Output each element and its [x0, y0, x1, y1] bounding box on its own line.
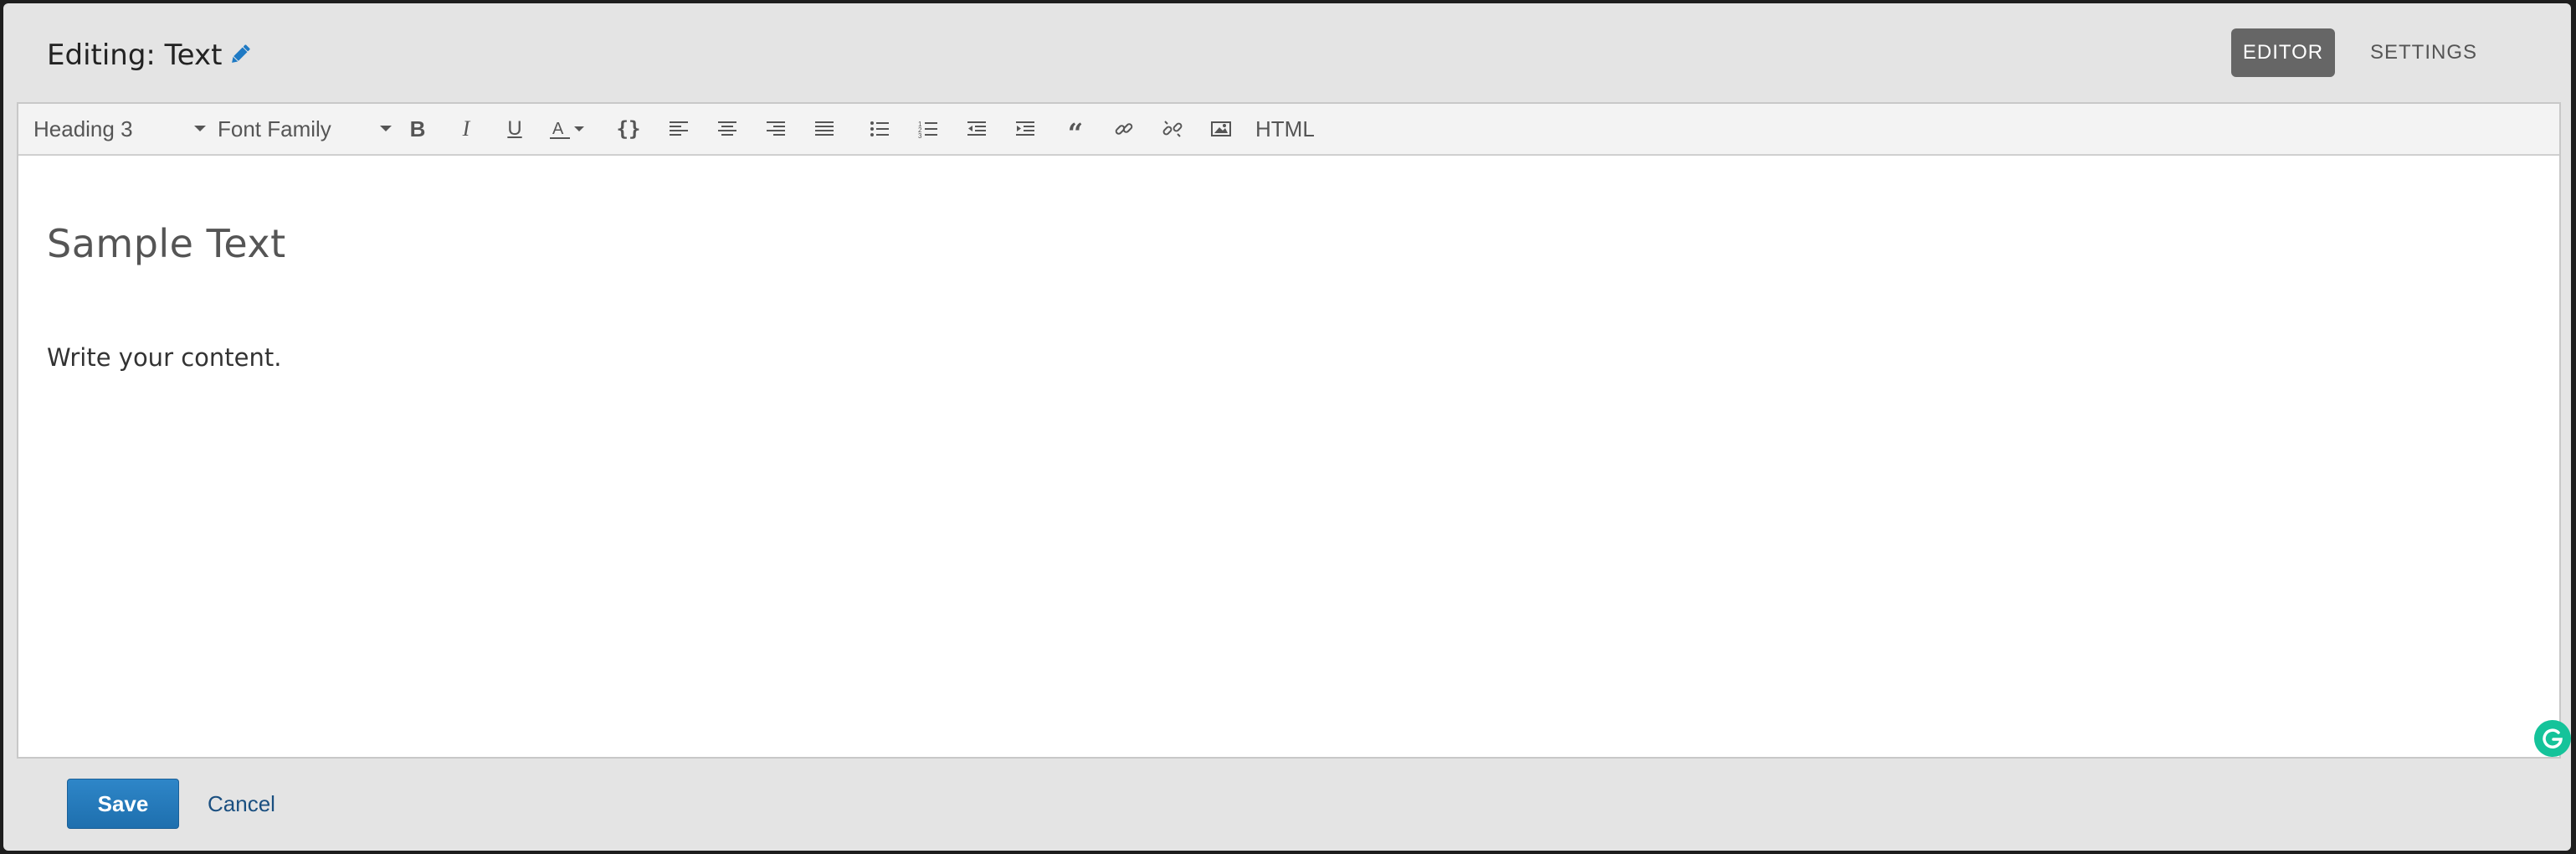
underline-icon[interactable]: U	[500, 115, 529, 143]
align-center-icon[interactable]	[713, 115, 741, 143]
dialog-title: Editing: Text	[47, 39, 223, 72]
html-source-button[interactable]: HTML	[1255, 112, 1315, 146]
text-color-icon[interactable]: A	[547, 115, 589, 143]
align-left-icon[interactable]	[665, 115, 693, 143]
save-button[interactable]: Save	[67, 779, 179, 829]
svg-text:3: 3	[918, 132, 922, 138]
pencil-icon[interactable]	[228, 42, 253, 67]
tab-editor[interactable]: EDITOR	[2231, 28, 2335, 77]
bullet-list-icon[interactable]	[865, 115, 894, 143]
bold-icon[interactable]: B	[403, 115, 432, 143]
font-family-value: Font Family	[218, 116, 331, 141]
image-icon[interactable]	[1207, 115, 1235, 143]
grammarly-icon[interactable]	[2534, 720, 2571, 757]
block-format-select[interactable]: Heading 3	[33, 112, 206, 146]
rich-text-editor: Heading 3 Font Family B I U A {} 1 2 3 “…	[17, 102, 2571, 759]
link-icon[interactable]	[1110, 115, 1138, 143]
content-paragraph[interactable]: Write your content.	[47, 343, 281, 372]
unlink-icon[interactable]	[1158, 115, 1187, 143]
svg-text:A: A	[552, 120, 564, 138]
font-family-select[interactable]: Font Family	[218, 112, 392, 146]
editor-dialog: Editing: Text EDITOR SETTINGS Heading 3 …	[3, 3, 2571, 851]
italic-icon[interactable]: I	[452, 115, 480, 143]
align-right-icon[interactable]	[762, 115, 790, 143]
outdent-icon[interactable]	[962, 115, 991, 143]
cancel-link[interactable]: Cancel	[208, 779, 275, 829]
numbered-list-icon[interactable]: 123	[914, 115, 942, 143]
editor-toolbar: Heading 3 Font Family B I U A {} 1 2 3 “…	[18, 104, 2559, 156]
content-heading[interactable]: Sample Text	[47, 221, 286, 266]
code-icon[interactable]: {}	[614, 115, 643, 143]
block-format-value: Heading 3	[33, 116, 133, 141]
chevron-down-icon	[194, 126, 206, 131]
tab-settings[interactable]: SETTINGS	[2360, 28, 2487, 77]
indent-icon[interactable]	[1011, 115, 1039, 143]
align-justify-icon[interactable]	[810, 115, 839, 143]
blockquote-icon[interactable]: “	[1061, 115, 1090, 147]
chevron-down-icon	[380, 126, 392, 131]
